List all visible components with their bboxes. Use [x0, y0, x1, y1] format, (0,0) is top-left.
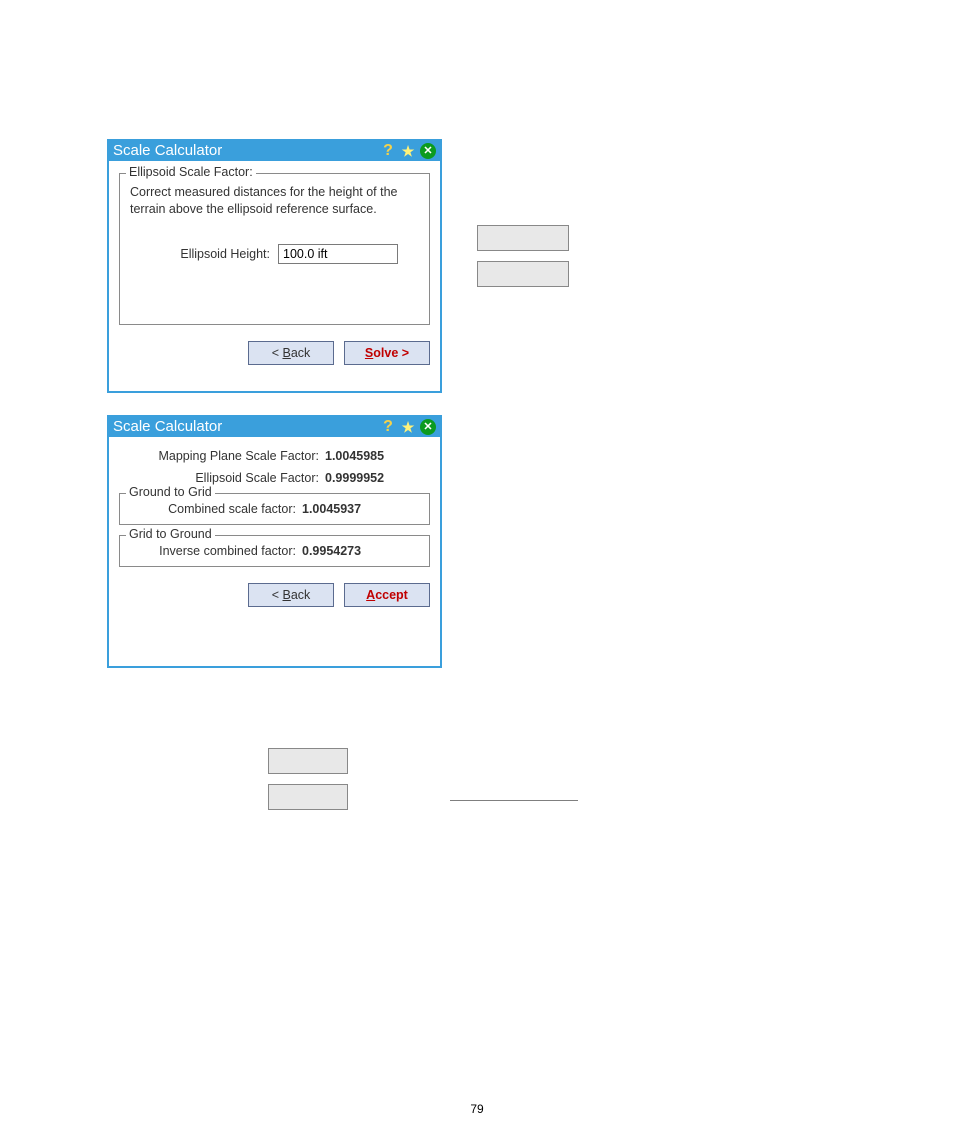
- ellipsoid-height-label: Ellipsoid Height:: [130, 247, 278, 261]
- ellipsoid-scale-factor-group: Ellipsoid Scale Factor: Correct measured…: [119, 173, 430, 325]
- back-button[interactable]: < Back: [248, 583, 334, 607]
- inverse-combined-factor-value: 0.9954273: [302, 544, 361, 558]
- ellipsoid-height-input[interactable]: [278, 244, 398, 264]
- window-title: Scale Calculator: [113, 141, 380, 161]
- group-legend: Ellipsoid Scale Factor:: [126, 165, 256, 179]
- group-legend: Ground to Grid: [126, 485, 215, 499]
- close-icon[interactable]: ✕: [420, 143, 436, 159]
- ground-to-grid-group: Ground to Grid Combined scale factor: 1.…: [119, 493, 430, 525]
- ellipsoid-scale-factor-label: Ellipsoid Scale Factor:: [119, 471, 325, 485]
- help-icon[interactable]: ?: [380, 419, 396, 435]
- scale-calculator-results-window: Scale Calculator ? ★ ✕ Mapping Plane Sca…: [107, 415, 442, 668]
- back-button[interactable]: < Back: [248, 341, 334, 365]
- window-titlebar: Scale Calculator ? ★ ✕: [109, 141, 440, 161]
- accept-button[interactable]: Accept: [344, 583, 430, 607]
- combined-scale-factor-value: 1.0045937: [302, 502, 361, 516]
- placeholder-box: [268, 784, 348, 810]
- window-title: Scale Calculator: [113, 417, 380, 437]
- placeholder-box: [268, 748, 348, 774]
- solve-button[interactable]: Solve >: [344, 341, 430, 365]
- group-legend: Grid to Ground: [126, 527, 215, 541]
- favorite-icon[interactable]: ★: [400, 419, 416, 435]
- underline: [450, 800, 578, 801]
- placeholder-box: [477, 261, 569, 287]
- page-number: 79: [0, 1102, 954, 1116]
- inverse-combined-factor-label: Inverse combined factor:: [130, 544, 302, 558]
- grid-to-ground-group: Grid to Ground Inverse combined factor: …: [119, 535, 430, 567]
- window-titlebar: Scale Calculator ? ★ ✕: [109, 417, 440, 437]
- help-icon[interactable]: ?: [380, 143, 396, 159]
- combined-scale-factor-label: Combined scale factor:: [130, 502, 302, 516]
- mapping-plane-scale-factor-label: Mapping Plane Scale Factor:: [119, 449, 325, 463]
- mapping-plane-scale-factor-value: 1.0045985: [325, 449, 384, 463]
- ellipsoid-scale-factor-value: 0.9999952: [325, 471, 384, 485]
- group-description: Correct measured distances for the heigh…: [130, 184, 419, 218]
- favorite-icon[interactable]: ★: [400, 143, 416, 159]
- close-icon[interactable]: ✕: [420, 419, 436, 435]
- scale-calculator-step-window: Scale Calculator ? ★ ✕ Ellipsoid Scale F…: [107, 139, 442, 393]
- placeholder-box: [477, 225, 569, 251]
